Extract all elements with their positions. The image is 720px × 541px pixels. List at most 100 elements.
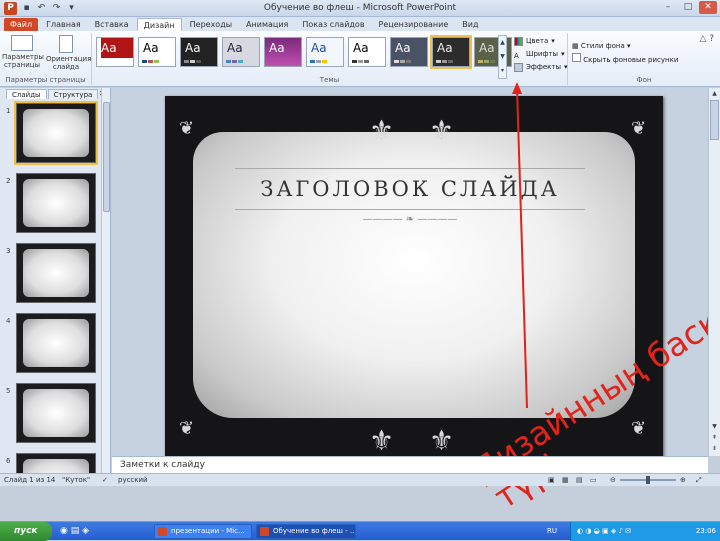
slide-thumbnail[interactable] bbox=[16, 313, 96, 373]
slide-thumbnail[interactable] bbox=[16, 173, 96, 233]
notes-field[interactable]: Заметки к слайду bbox=[112, 456, 708, 473]
theme-thumb[interactable]: Aa bbox=[180, 37, 218, 67]
tab-home[interactable]: Главная bbox=[40, 18, 87, 31]
slide-thumb-row: 4 bbox=[0, 311, 100, 381]
slide-number: 5 bbox=[6, 387, 11, 395]
tab-view[interactable]: Вид bbox=[456, 18, 484, 31]
next-slide-icon[interactable]: ⇟ bbox=[710, 444, 719, 453]
zoom-knob[interactable] bbox=[646, 476, 650, 484]
scroll-up-icon[interactable]: ▲ bbox=[710, 89, 719, 98]
ribbon-tabs: Файл Главная Вставка Дизайн Переходы Ани… bbox=[0, 17, 720, 31]
effects-menu[interactable]: Эффекты ▾ bbox=[514, 61, 568, 74]
slide-thumb-row: 5 bbox=[0, 381, 100, 451]
checkbox-icon bbox=[572, 53, 581, 62]
theme-color-bars bbox=[436, 60, 453, 63]
theme-thumb[interactable]: Aa bbox=[348, 37, 386, 67]
slide-orientation-button[interactable]: Ориентация слайда bbox=[46, 35, 91, 71]
theme-name: "Куток" bbox=[62, 476, 91, 484]
slide-thumb-row: 6 bbox=[0, 451, 100, 473]
slideshow-view-icon[interactable]: ▭ bbox=[590, 474, 597, 486]
scroll-down-icon[interactable]: ▼ bbox=[710, 422, 719, 431]
theme-thumb[interactable]: Aa bbox=[138, 37, 176, 67]
language-indicator[interactable]: RU bbox=[547, 522, 557, 541]
tab-outline[interactable]: Структура bbox=[47, 89, 99, 99]
language[interactable]: русский bbox=[118, 474, 148, 486]
zoom-slider[interactable] bbox=[620, 476, 676, 484]
page-setup-group-label: Параметры страницы bbox=[5, 76, 86, 84]
zoom-in-icon[interactable]: ⊕ bbox=[680, 474, 686, 486]
tab-slideshow[interactable]: Показ слайдов bbox=[296, 18, 370, 31]
theme-thumb[interactable]: Aa bbox=[264, 37, 302, 67]
slides-pane-scrollbar[interactable] bbox=[101, 88, 110, 473]
zoom-out-icon[interactable]: ⊖ bbox=[610, 474, 616, 486]
edit-area-scrollbar[interactable]: ▲ ▼ ⇞ ⇟ bbox=[708, 88, 720, 456]
close-icon[interactable]: ✕ bbox=[699, 1, 717, 14]
theme-thumb-selected[interactable]: Aa bbox=[430, 35, 472, 69]
theme-color-bars bbox=[142, 60, 159, 63]
theme-color-bars bbox=[226, 60, 243, 63]
hide-bg-checkbox[interactable]: Скрыть фоновые рисунки bbox=[572, 53, 678, 67]
page-setup-button[interactable]: Параметры страницы bbox=[2, 35, 44, 69]
slide-thumbnails: 1 2 3 4 5 6 bbox=[0, 101, 100, 473]
slide-thumbnail-selected[interactable] bbox=[14, 101, 98, 165]
theme-gallery: Aa Aa Aa Aa Aa Aa Aa Aa Aa Aa bbox=[96, 35, 512, 69]
fit-slide-icon[interactable]: ⤢ bbox=[696, 474, 702, 486]
theme-thumb[interactable]: Aa bbox=[390, 37, 428, 67]
slide-thumbnail[interactable] bbox=[16, 383, 96, 443]
spellcheck-icon[interactable]: ✓ bbox=[102, 474, 108, 486]
tab-transitions[interactable]: Переходы bbox=[184, 18, 238, 31]
slide-thumb-row: 2 bbox=[0, 171, 100, 241]
theme-sample: Aa bbox=[185, 41, 201, 55]
bg-styles-label: Стили фона bbox=[580, 42, 625, 50]
background-group-label: Фон bbox=[636, 76, 652, 84]
normal-view-icon[interactable]: ▣ bbox=[548, 474, 555, 486]
tab-design[interactable]: Дизайн bbox=[136, 18, 182, 31]
theme-sample: Aa bbox=[227, 41, 243, 55]
slide-thumbnail[interactable] bbox=[16, 453, 96, 473]
tab-file[interactable]: Файл bbox=[4, 18, 39, 31]
orientation-icon bbox=[59, 35, 73, 53]
tray-icons[interactable]: ◐ ◑ ◒ ▣ ◈ ♪ ✉ bbox=[577, 522, 631, 541]
taskbar-item-label: Обучение во флеш - ... bbox=[273, 527, 356, 535]
scrollbar-thumb[interactable] bbox=[103, 102, 110, 212]
slide-title[interactable]: ЗАГОЛОВОК СЛАЙДА bbox=[235, 168, 585, 210]
tab-insert[interactable]: Вставка bbox=[89, 18, 135, 31]
colors-menu[interactable]: Цвета ▾ bbox=[514, 35, 568, 48]
theme-sample: Aa bbox=[437, 41, 453, 55]
slide-edit-area: ❦ ❦ ❦ ❦ ⚜ ⚜ ⚜ ⚜ ЗАГОЛОВОК СЛАЙДА ———— ❧ … bbox=[112, 88, 720, 517]
taskbar-item-active[interactable]: Обучение во флеш - ... bbox=[256, 524, 356, 539]
quick-launch-icon[interactable]: ◉ ▤ ◈ bbox=[60, 526, 89, 536]
theme-color-bars bbox=[352, 60, 369, 63]
theme-thumb[interactable]: Aa bbox=[96, 37, 134, 67]
top-ornament-icon: ⚜ bbox=[429, 114, 455, 147]
theme-sample: Aa bbox=[479, 41, 495, 55]
start-button[interactable]: пуск bbox=[0, 522, 52, 541]
prev-slide-icon[interactable]: ⇞ bbox=[710, 433, 719, 442]
clock: 23:06 bbox=[695, 527, 716, 535]
theme-thumb[interactable]: Aa bbox=[306, 37, 344, 67]
minimize-icon[interactable]: – bbox=[659, 1, 677, 14]
bg-styles-menu[interactable]: ▦ Стили фона ▾ bbox=[572, 39, 678, 53]
title-divider-icon: ———— ❧ ———— bbox=[362, 214, 458, 225]
tab-review[interactable]: Рецензирование bbox=[373, 18, 455, 31]
theme-thumb[interactable]: Aa bbox=[222, 37, 260, 67]
fonts-menu[interactable]: A Шрифты ▾ bbox=[514, 48, 568, 61]
maximize-icon[interactable]: □ bbox=[679, 1, 697, 14]
reading-view-icon[interactable]: ▤ bbox=[576, 474, 583, 486]
taskbar-item[interactable]: презентации - Mic... bbox=[154, 524, 252, 539]
gallery-scroll[interactable]: ▲ ▼ ▾ bbox=[498, 35, 507, 79]
theme-sample: Aa bbox=[395, 41, 411, 55]
bg-styles-icon: ▦ bbox=[572, 42, 579, 50]
help-icon[interactable]: △ ? bbox=[699, 34, 714, 44]
tab-animations[interactable]: Анимация bbox=[240, 18, 294, 31]
taskbar: пуск ◉ ▤ ◈ презентации - Mic... Обучение… bbox=[0, 521, 720, 541]
background-options: ▦ Стили фона ▾ Скрыть фоновые рисунки bbox=[572, 39, 678, 67]
tab-slides[interactable]: Слайды bbox=[6, 89, 47, 99]
slide-thumb-row: 3 bbox=[0, 241, 100, 311]
taskbar-item-label: презентации - Mic... bbox=[171, 527, 245, 535]
slide-thumbnail[interactable] bbox=[16, 243, 96, 303]
ribbon: Параметры страницы Ориентация слайда Пар… bbox=[0, 31, 720, 87]
sorter-view-icon[interactable]: ▦ bbox=[562, 474, 569, 486]
scrollbar-thumb[interactable] bbox=[710, 100, 719, 140]
page-setup-group: Параметры страницы Ориентация слайда Пар… bbox=[0, 33, 92, 85]
